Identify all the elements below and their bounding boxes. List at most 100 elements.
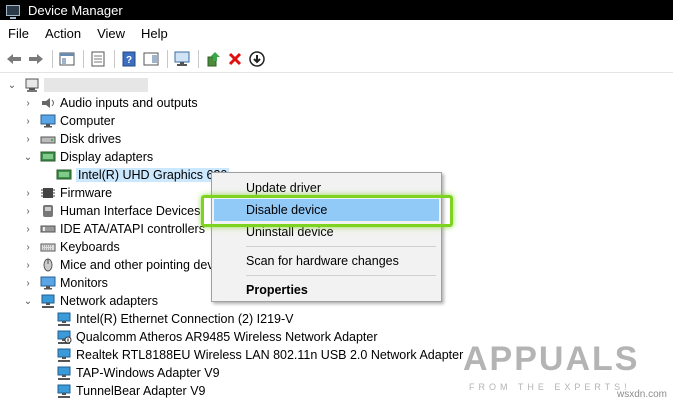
highlight-callout bbox=[201, 195, 453, 227]
computer-icon bbox=[24, 78, 40, 92]
disable-device-icon[interactable] bbox=[247, 49, 267, 69]
network-adapter-icon bbox=[56, 366, 72, 380]
tree-item-label: Network adapters bbox=[60, 294, 158, 308]
tree-item-qualcomm-atheros[interactable]: Qualcomm Atheros AR9485 Wireless Network… bbox=[40, 328, 378, 346]
menu-bar: File Action View Help bbox=[0, 20, 673, 46]
show-hide-console-tree-icon[interactable] bbox=[57, 49, 77, 69]
chevron-right-icon[interactable]: › bbox=[22, 133, 34, 145]
tree-item-label: Intel(R) UHD Graphics 630 bbox=[76, 168, 230, 182]
context-menu-separator bbox=[246, 246, 436, 247]
tree-item-tunnelbear[interactable]: TunnelBear Adapter V9 bbox=[40, 382, 206, 400]
device-manager-icon bbox=[6, 4, 20, 19]
tree-item-label: Human Interface Devices bbox=[60, 204, 201, 218]
tree-item-intel-ethernet[interactable]: Intel(R) Ethernet Connection (2) I219-V bbox=[40, 310, 293, 328]
toolbar-divider bbox=[0, 72, 673, 73]
tree-item-label: TunnelBear Adapter V9 bbox=[76, 384, 206, 398]
tree-item-mice[interactable]: › Mice and other pointing devices bbox=[22, 256, 236, 274]
chevron-right-icon[interactable]: › bbox=[22, 97, 34, 109]
keyboard-icon bbox=[40, 240, 56, 254]
network-adapter-icon bbox=[56, 348, 72, 362]
chevron-right-icon[interactable]: › bbox=[22, 187, 34, 199]
tree-item-tap-windows[interactable]: TAP-Windows Adapter V9 bbox=[40, 364, 220, 382]
controller-icon bbox=[40, 222, 56, 236]
chip-icon bbox=[40, 186, 56, 200]
site-credit: wsxdn.com bbox=[616, 389, 667, 400]
tree-item-monitors[interactable]: › Monitors bbox=[22, 274, 108, 292]
tree-item-label: Firmware bbox=[60, 186, 113, 200]
chevron-right-icon[interactable]: › bbox=[22, 241, 34, 253]
chevron-down-icon[interactable]: ⌄ bbox=[22, 295, 34, 307]
toolbar-separator bbox=[52, 50, 53, 68]
forward-arrow-icon[interactable] bbox=[26, 49, 46, 69]
back-arrow-icon[interactable] bbox=[4, 49, 24, 69]
properties-sheet-icon[interactable] bbox=[88, 49, 108, 69]
chevron-right-icon[interactable]: › bbox=[22, 115, 34, 127]
title-bar: Device Manager bbox=[0, 0, 673, 20]
tree-item-label: Audio inputs and outputs bbox=[60, 96, 198, 110]
tree-item-realtek-wireless[interactable]: Realtek RTL8188EU Wireless LAN 802.11n U… bbox=[40, 346, 463, 364]
chevron-down-icon[interactable]: ⌄ bbox=[22, 151, 34, 163]
network-adapter-icon bbox=[40, 294, 56, 308]
scan-hardware-icon[interactable] bbox=[172, 49, 192, 69]
toolbar: ? bbox=[0, 46, 673, 72]
display-adapter-icon bbox=[56, 168, 72, 182]
action-pane-icon[interactable] bbox=[141, 49, 161, 69]
help-icon[interactable]: ? bbox=[119, 49, 139, 69]
watermark: APPUALS FROM THE EXPERTS! bbox=[463, 340, 663, 392]
uninstall-device-icon[interactable] bbox=[225, 49, 245, 69]
toolbar-separator bbox=[167, 50, 168, 68]
toolbar-separator bbox=[83, 50, 84, 68]
computer-name-redacted bbox=[44, 78, 148, 92]
chevron-right-icon[interactable]: › bbox=[22, 277, 34, 289]
display-adapter-icon bbox=[40, 150, 56, 164]
tree-item-label: IDE ATA/ATAPI controllers bbox=[60, 222, 205, 236]
tree-item-computer[interactable]: › Computer bbox=[22, 112, 115, 130]
network-adapter-icon bbox=[56, 330, 72, 344]
tree-item-label: Realtek RTL8188EU Wireless LAN 802.11n U… bbox=[76, 348, 464, 362]
menu-help[interactable]: Help bbox=[133, 26, 176, 41]
update-driver-icon[interactable] bbox=[203, 49, 223, 69]
tree-item-hid[interactable]: › Human Interface Devices bbox=[22, 202, 200, 220]
tree-item-label: Keyboards bbox=[60, 240, 120, 254]
chevron-down-icon[interactable]: ⌄ bbox=[6, 79, 18, 91]
tree-item-audio[interactable]: › Audio inputs and outputs bbox=[22, 94, 198, 112]
chevron-right-icon[interactable]: › bbox=[22, 205, 34, 217]
tree-item-display-adapters[interactable]: ⌄ Display adapters bbox=[22, 148, 153, 166]
tree-item-label: Computer bbox=[60, 114, 115, 128]
window-title: Device Manager bbox=[28, 2, 123, 18]
toolbar-separator bbox=[114, 50, 115, 68]
tree-item-intel-uhd-graphics[interactable]: Intel(R) UHD Graphics 630 bbox=[40, 166, 230, 184]
svg-text:?: ? bbox=[126, 55, 132, 66]
watermark-logo: APPUALS bbox=[463, 340, 640, 378]
disk-drive-icon bbox=[40, 132, 56, 146]
context-menu-separator bbox=[246, 275, 436, 276]
hid-icon bbox=[40, 204, 56, 218]
tree-item-label: Display adapters bbox=[60, 150, 154, 164]
network-adapter-icon bbox=[56, 312, 72, 326]
tree-item-network-adapters[interactable]: ⌄ Network adapters bbox=[22, 292, 158, 310]
context-menu: Update driver Disable device Uninstall d… bbox=[211, 172, 442, 302]
tree-item-label: TAP-Windows Adapter V9 bbox=[76, 366, 220, 380]
speaker-icon bbox=[40, 96, 56, 110]
tree-item-disk-drives[interactable]: › Disk drives bbox=[22, 130, 121, 148]
tree-item-label: Mice and other pointing devices bbox=[60, 258, 236, 272]
context-menu-scan-hardware[interactable]: Scan for hardware changes bbox=[214, 250, 439, 272]
menu-view[interactable]: View bbox=[89, 26, 133, 41]
network-adapter-icon bbox=[56, 384, 72, 398]
menu-file[interactable]: File bbox=[0, 26, 37, 41]
monitor-icon bbox=[40, 114, 56, 128]
tree-item-firmware[interactable]: › Firmware bbox=[22, 184, 112, 202]
monitor-icon bbox=[40, 276, 56, 290]
menu-action[interactable]: Action bbox=[37, 26, 89, 41]
tree-root[interactable]: ⌄ bbox=[6, 76, 148, 94]
chevron-right-icon[interactable]: › bbox=[22, 259, 34, 271]
context-menu-properties[interactable]: Properties bbox=[214, 279, 439, 301]
tree-item-label: Disk drives bbox=[60, 132, 122, 146]
chevron-right-icon[interactable]: › bbox=[22, 223, 34, 235]
tree-item-keyboards[interactable]: › Keyboards bbox=[22, 238, 120, 256]
watermark-tagline: FROM THE EXPERTS! bbox=[469, 382, 631, 392]
tree-item-ide-controllers[interactable]: › IDE ATA/ATAPI controllers bbox=[22, 220, 205, 238]
tree-item-label: Intel(R) Ethernet Connection (2) I219-V bbox=[76, 312, 294, 326]
toolbar-separator bbox=[198, 50, 199, 68]
tree-item-label: Monitors bbox=[60, 276, 108, 290]
